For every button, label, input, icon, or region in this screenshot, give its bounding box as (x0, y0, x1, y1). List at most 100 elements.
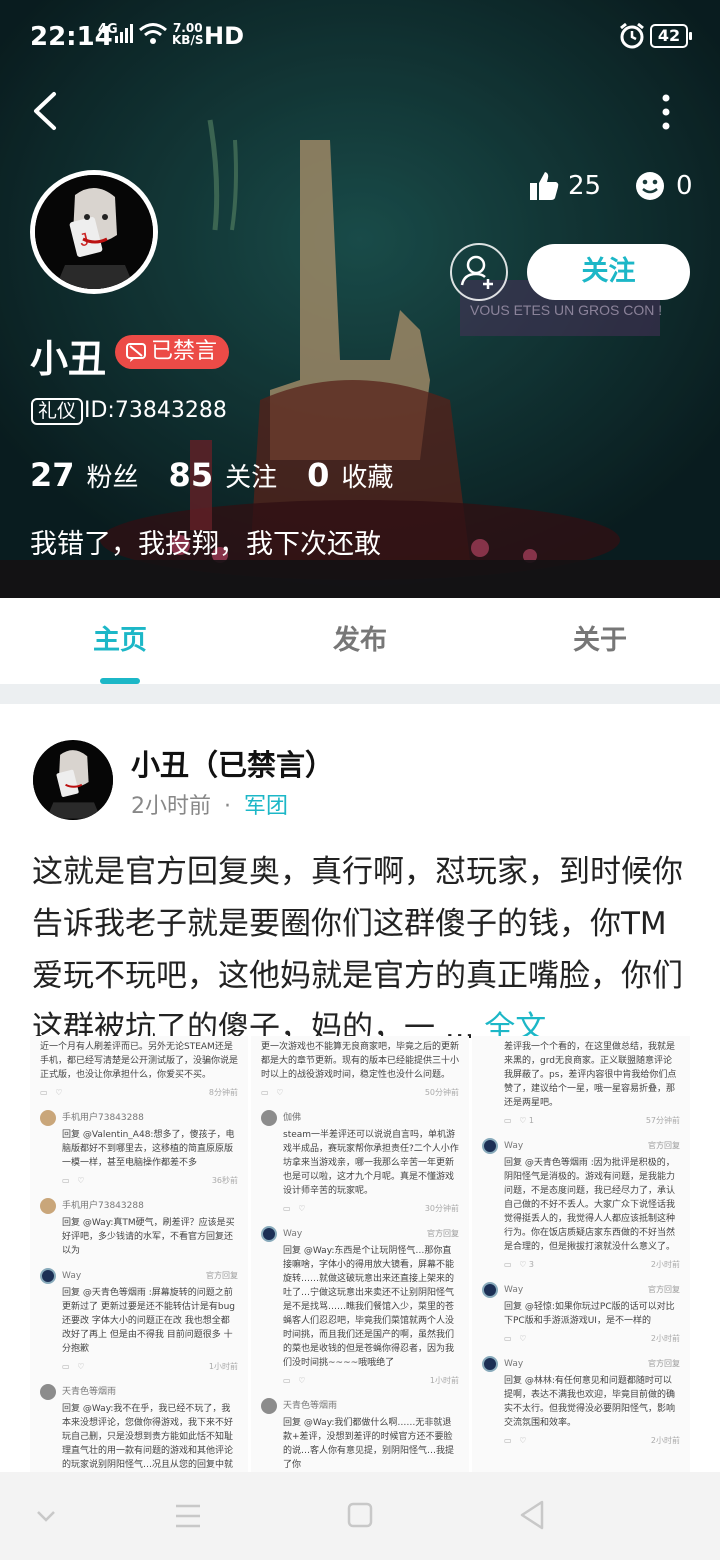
post-time: 2小时前 (131, 794, 211, 819)
alarm-icon (620, 22, 644, 49)
comment-time: 57分钟前 (645, 1116, 680, 1125)
comment-time: 2小时前 (650, 1260, 680, 1269)
official-reply-tag: 官方回复 (427, 1229, 459, 1238)
comment-time: 50分钟前 (424, 1088, 459, 1097)
official-reply-tag: 官方回复 (648, 1141, 680, 1150)
official-reply-tag: 官方回复 (648, 1285, 680, 1294)
profile-stats: 27 粉丝 85 关注 0 收藏 (30, 456, 423, 494)
commenter-name: 伽佛 (283, 1113, 302, 1123)
post-group-link[interactable]: 军团 (244, 794, 288, 819)
commenter-name: Way (283, 1229, 303, 1239)
comment-text: 更一次游戏也不能算无良商家吧，毕竟之后的更新都是大的章节更新。现有的版本已经能提… (261, 1042, 460, 1080)
comment-like-count: 3 (528, 1260, 534, 1269)
commenter-name: Way (504, 1141, 524, 1151)
comment-time: 1小时前 (208, 1362, 238, 1371)
user-signature: 我错了，我投翔，我下次还敢 (30, 529, 381, 560)
post-author-name[interactable]: 小丑（已禁言） (131, 742, 334, 784)
commenter-name: Way (504, 1359, 524, 1369)
comment-text: 回复 @Way:我们都做什么啊……无非就退款+差评，没想到差评的时候官方还不要脸… (283, 1418, 455, 1470)
fans-label[interactable]: 粉丝 (87, 457, 139, 494)
following-count[interactable]: 85 (169, 456, 214, 494)
profile-avatar[interactable]: J (30, 170, 158, 294)
battery-indicator: 42 (650, 24, 692, 48)
commenter-avatar (261, 1110, 277, 1126)
profile-header: VOUS ETES UN GROS CON ! 22:14 4G 7.00 KB… (0, 0, 720, 598)
smile-count: 0 (676, 171, 693, 201)
comment-time: 30分钟前 (424, 1204, 459, 1213)
official-reply-tag: 官方回复 (206, 1271, 238, 1280)
nav-collapse-icon[interactable] (34, 1498, 58, 1534)
profile-tabs: 主页 发布 关于 (0, 598, 720, 684)
like-counter[interactable]: 25 (528, 170, 601, 202)
comment-text: 差评我一个个看的，在这里做总结，我就是来黑的，grd无良商家。正义联盟随意评论我… (504, 1042, 677, 1108)
smile-icon (636, 172, 664, 200)
nav-home-icon[interactable] (346, 1498, 374, 1534)
post-image-3[interactable]: 差评我一个个看的，在这里做总结，我就是来黑的，grd无良商家。正义联盟随意评论我… (472, 1036, 690, 1472)
commenter-avatar (40, 1268, 56, 1284)
commenter-name: 天青色等烟雨 (283, 1401, 338, 1411)
user-name: 小丑 (30, 337, 107, 381)
status-bar: 22:14 4G 7.00 KB/S HD 42 (0, 0, 720, 72)
follow-button[interactable]: 关注 (527, 244, 690, 300)
nav-menu-icon[interactable] (174, 1498, 202, 1534)
nav-back-icon[interactable] (518, 1498, 546, 1534)
smile-counter[interactable]: 0 (634, 170, 693, 202)
comment-text: 回复 @林林:有任何意见和问题都随时可以提啊，表达不满我也欢迎，毕竟目前做的确实… (504, 1376, 676, 1428)
comment-text: 回复 @Way:真TM硬气，刷差评？应该是买好评吧，多少钱请的水军，不看官方回复… (62, 1218, 235, 1256)
comment-text: steam一半差评还可以说说自言吗，单机游戏半成品，赛玩家帮你承担责任?二个人小… (283, 1130, 459, 1196)
commenter-name: Way (62, 1271, 82, 1281)
commenter-avatar (261, 1398, 277, 1414)
comment-time: 2小时前 (650, 1436, 680, 1445)
user-id: ID:73843288 (84, 398, 227, 423)
comment-time: 8分钟前 (208, 1088, 238, 1097)
comment-time: 36秒前 (211, 1176, 238, 1185)
wifi-icon (139, 23, 167, 44)
comment-text: 回复 @Way:我不在乎，我已经不玩了，我本来没想评论，您做你得游戏，我下来不好… (62, 1404, 234, 1470)
post-content[interactable]: 这就是官方回复奥，真行啊，怼玩家，到时候你告诉我老子就是要圈你们这群傻子的钱，你… (32, 846, 692, 1054)
more-vertical-icon[interactable] (656, 92, 676, 132)
commenter-name: 手机用户73843288 (62, 1113, 144, 1123)
comment-text: 回复 @轻惊:如果你玩过PC版的话可以对比下PC版和手游派游戏UI，是不一样的 (504, 1302, 675, 1326)
official-reply-tag: 官方回复 (648, 1359, 680, 1368)
comment-time: 1小时前 (429, 1376, 459, 1385)
commenter-avatar (482, 1356, 498, 1372)
post-author-avatar[interactable] (33, 740, 113, 820)
following-label[interactable]: 关注 (225, 457, 277, 494)
comment-text: 回复 @天青色等烟雨 :屏幕旋转的问题之前更新过了 更新过要是还不能转估计是有b… (62, 1288, 235, 1354)
tab-about[interactable]: 关于 (480, 598, 720, 684)
hd-indicator: HD (204, 22, 245, 50)
thumbs-up-icon (530, 172, 559, 200)
comment-time: 2小时前 (650, 1334, 680, 1343)
fans-count[interactable]: 27 (30, 456, 75, 494)
joker-avatar-image: J (35, 175, 153, 289)
post-image-gallery: 近一个月有人刷差评而已。另外无论STEAM还是手机，都已经写清楚是公开测试版了，… (30, 1036, 690, 1472)
like-count: 25 (568, 171, 602, 201)
comment-text: 回复 @天青色等烟雨 :因为批评是积极的，阴阳怪气是消极的。游戏有问题，是我能力… (504, 1158, 676, 1252)
joker-avatar-image (33, 741, 113, 819)
commenter-avatar (40, 1384, 56, 1400)
post-meta: 2小时前 · 军团 (131, 788, 288, 820)
add-friend-button[interactable] (450, 243, 508, 301)
tab-home[interactable]: 主页 (0, 598, 240, 684)
post-image-2[interactable]: 更一次游戏也不能算无良商家吧，毕竟之后的更新都是大的章节更新。现有的版本已经能提… (251, 1036, 469, 1472)
favorites-count[interactable]: 0 (307, 456, 329, 494)
favorites-label[interactable]: 收藏 (341, 457, 393, 494)
section-divider (0, 684, 720, 704)
signal-icon (115, 24, 133, 43)
post-image-1[interactable]: 近一个月有人刷差评而已。另外无论STEAM还是手机，都已经写清楚是公开测试版了，… (30, 1036, 248, 1472)
banned-chat-icon (126, 343, 146, 362)
banned-label: 已禁言 (151, 339, 218, 364)
meta-separator: · (224, 794, 231, 819)
post-body-text: 这就是官方回复奥，真行啊，怼玩家，到时候你告诉我老子就是要圈你们这群傻子的钱，你… (32, 854, 683, 1046)
commenter-name: Way (504, 1285, 524, 1295)
comment-text: 回复 @Valentin_A48:想多了，傻孩子，电脑版都好不到哪里去，这移植的… (62, 1130, 235, 1168)
comment-actions: ▭ ♡ (40, 1088, 63, 1097)
tab-posts[interactable]: 发布 (240, 598, 480, 684)
system-nav-bar (0, 1472, 720, 1560)
commenter-avatar (261, 1226, 277, 1242)
add-friend-icon (460, 255, 493, 289)
network-speed: 7.00 KB/S (172, 21, 204, 47)
commenter-name: 天青色等烟雨 (62, 1387, 117, 1397)
commenter-name: 手机用户73843288 (62, 1201, 144, 1211)
back-arrow-icon[interactable] (26, 88, 66, 134)
